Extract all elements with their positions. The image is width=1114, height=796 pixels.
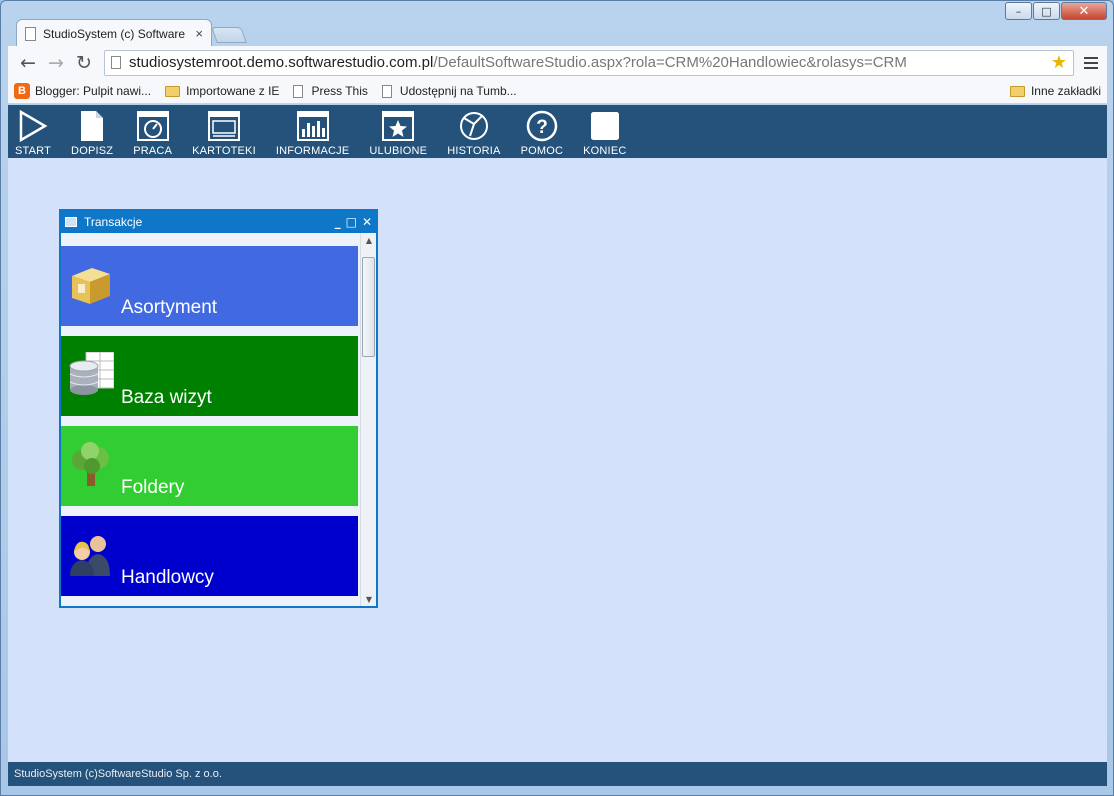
transakcje-window: Transakcje _ □ ✕ Asortyment Baza wizyt F…: [59, 209, 378, 608]
back-button[interactable]: ←: [14, 51, 42, 75]
footer-text: StudioSystem (c)SoftwareStudio Sp. z o.o…: [14, 768, 222, 780]
page-icon: [381, 84, 392, 98]
bookmark-other-folder[interactable]: Inne zakładki: [1009, 84, 1101, 98]
exit-icon: [589, 110, 621, 142]
box-icon: [68, 262, 114, 308]
tile-label: Foldery: [121, 477, 185, 498]
app-area: START DOPISZ PRACA KARTOTEKI INFORMACJE …: [8, 105, 1107, 786]
new-tab-button[interactable]: [211, 27, 247, 43]
menu-label: KONIEC: [583, 145, 627, 157]
bookmark-label: Importowane z IE: [186, 84, 280, 98]
menu-pomoc[interactable]: ? POMOC: [521, 105, 564, 157]
browser-tab[interactable]: StudioSystem (c) Software ×: [16, 19, 212, 47]
page-icon: [111, 56, 121, 69]
menu-start[interactable]: START: [15, 105, 51, 157]
panel-minimize-button[interactable]: _: [335, 215, 341, 229]
menu-label: POMOC: [520, 145, 564, 157]
tile-asortyment[interactable]: Asortyment: [61, 246, 358, 326]
menu-label: START: [15, 145, 52, 157]
browser-toolbar: ← → ↻ studiosystemroot.demo.softwarestud…: [8, 46, 1107, 79]
bookmark-label: Blogger: Pulpit nawi...: [35, 84, 152, 98]
app-footer: StudioSystem (c)SoftwareStudio Sp. z o.o…: [8, 762, 1107, 786]
scroll-thumb[interactable]: [362, 257, 375, 357]
panel-body: Asortyment Baza wizyt Foldery Handlowcy …: [61, 233, 376, 606]
menu-koniec[interactable]: KONIEC: [583, 105, 626, 157]
menu-label: HISTORIA: [447, 145, 501, 157]
address-bar[interactable]: studiosystemroot.demo.softwarestudio.com…: [104, 49, 1074, 76]
tab-close-icon[interactable]: ×: [195, 26, 203, 41]
reload-button[interactable]: ↻: [70, 51, 98, 75]
scroll-down-icon[interactable]: ▼: [361, 592, 376, 606]
bookmark-label: Udostępnij na Tumb...: [399, 84, 517, 98]
folder-icon: [165, 85, 181, 97]
panel-maximize-button[interactable]: □: [346, 215, 357, 229]
tab-strip: StudioSystem (c) Software ×: [1, 1, 1113, 47]
window-icon: [65, 217, 77, 227]
star-icon: [382, 110, 415, 142]
scroll-up-icon[interactable]: ▲: [361, 233, 376, 247]
menu-dopisz[interactable]: DOPISZ: [71, 105, 113, 157]
menu-informacje[interactable]: INFORMACJE: [276, 105, 350, 157]
menu-praca[interactable]: PRACA: [133, 105, 172, 157]
menu-label: DOPISZ: [71, 145, 114, 157]
vertical-scrollbar[interactable]: ▲ ▼: [360, 233, 376, 606]
tree-icon: [68, 442, 114, 488]
bookmark-label: Inne zakładki: [1030, 84, 1101, 98]
tile-label: Handlowcy: [121, 567, 214, 588]
tile-list: Asortyment Baza wizyt Foldery Handlowcy: [61, 246, 358, 606]
bookmark-blogger[interactable]: B Blogger: Pulpit nawi...: [14, 83, 151, 99]
forward-button[interactable]: →: [42, 51, 70, 75]
svg-text:?: ?: [536, 117, 548, 138]
tile-label: Asortyment: [121, 297, 218, 318]
menu-label: ULUBIONE: [369, 145, 428, 157]
window-icon: [207, 110, 240, 142]
menu-label: PRACA: [133, 145, 173, 157]
menu-ulubione[interactable]: ULUBIONE: [369, 105, 427, 157]
play-icon: [17, 110, 49, 142]
url-path: /DefaultSoftwareStudio.aspx?rola=CRM%20H…: [433, 54, 907, 71]
page-icon: [293, 84, 304, 98]
url-host: studiosystemroot.demo.softwarestudio.com…: [129, 54, 434, 71]
help-icon: ?: [526, 110, 558, 142]
tile-foldery[interactable]: Foldery: [61, 426, 358, 506]
folder-icon: [1009, 85, 1025, 97]
panel-close-button[interactable]: ✕: [362, 215, 372, 229]
bookmark-tumblr[interactable]: Udostępnij na Tumb...: [381, 84, 517, 98]
tile-baza-wizyt[interactable]: Baza wizyt: [61, 336, 358, 416]
bookmark-label: Press This: [311, 84, 368, 98]
bar-chart-icon: [296, 110, 329, 142]
document-icon: [76, 110, 108, 142]
bookmark-press-this[interactable]: Press This: [293, 84, 368, 98]
tab-title: StudioSystem (c) Software: [43, 26, 186, 41]
panel-titlebar[interactable]: Transakcje _ □ ✕: [61, 211, 376, 233]
menu-kartoteki[interactable]: KARTOTEKI: [192, 105, 256, 157]
tile-handlowcy[interactable]: Handlowcy: [61, 516, 358, 596]
bookmark-star-icon[interactable]: ★: [1051, 52, 1067, 73]
page-icon: [25, 26, 36, 41]
browser-window: – □ ✕ StudioSystem (c) Software × ← → ↻ …: [0, 0, 1114, 796]
bookmark-folder-ie[interactable]: Importowane z IE: [165, 84, 279, 98]
people-icon: [68, 532, 114, 578]
menu-label: INFORMACJE: [275, 145, 350, 157]
bookmarks-bar: B Blogger: Pulpit nawi... Importowane z …: [8, 79, 1107, 104]
history-icon: [458, 110, 490, 142]
app-menu-bar: START DOPISZ PRACA KARTOTEKI INFORMACJE …: [8, 105, 1107, 158]
browser-menu-icon[interactable]: [1084, 56, 1098, 69]
menu-historia[interactable]: HISTORIA: [447, 105, 500, 157]
tile-label: Baza wizyt: [121, 387, 212, 408]
blogger-icon: B: [14, 83, 30, 99]
panel-title: Transakcje: [84, 215, 143, 229]
gauge-icon: [136, 110, 169, 142]
database-icon: [68, 351, 115, 398]
menu-label: KARTOTEKI: [192, 145, 256, 157]
